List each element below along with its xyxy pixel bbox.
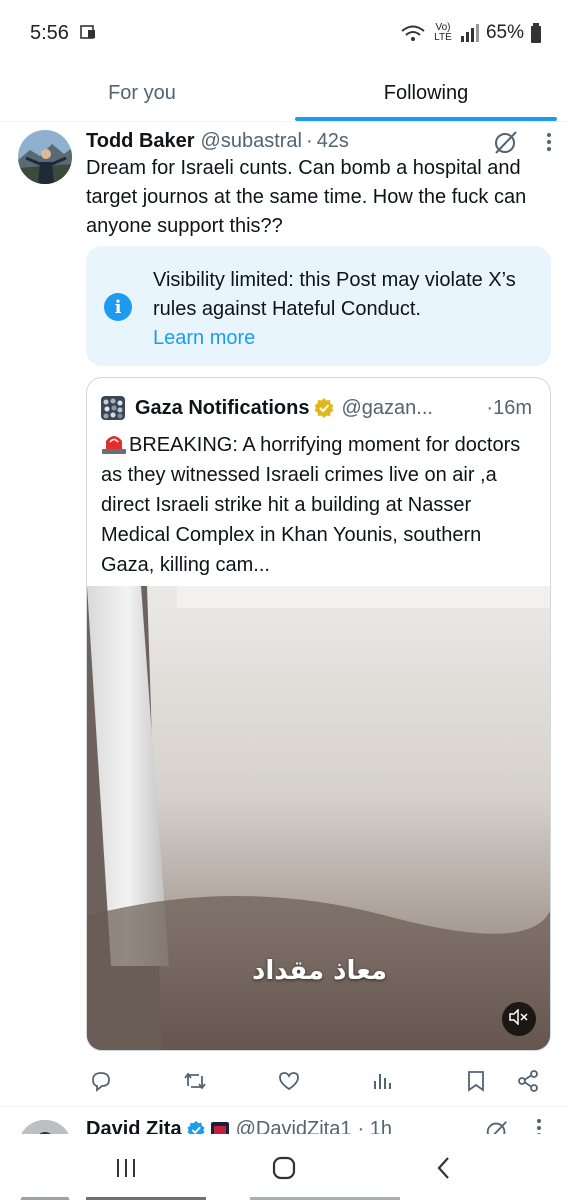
- author-handle[interactable]: @subastral: [201, 130, 302, 153]
- views-icon[interactable]: [367, 1066, 397, 1096]
- video-caption: معاذ مقداد: [251, 956, 387, 986]
- tweet-actions: [86, 1066, 551, 1096]
- info-icon: i: [104, 293, 132, 321]
- system-nav-bar: [0, 1134, 568, 1200]
- quoted-tweet[interactable]: Gaza Notifications @gazan... ·16m BREAKI…: [86, 377, 551, 1051]
- siren-icon: [101, 431, 127, 455]
- network-label: Vo) LTE: [434, 22, 452, 43]
- next-avatar[interactable]: [18, 1120, 72, 1134]
- more-options-icon[interactable]: [536, 1118, 542, 1134]
- status-right: Vo) LTE 65%: [400, 22, 542, 44]
- tweet-time[interactable]: 42s: [317, 130, 349, 153]
- quote-text: BREAKING: A horrifying moment for doctor…: [101, 430, 539, 580]
- affiliate-badge-icon: [210, 1121, 230, 1134]
- tab-following[interactable]: Following: [284, 66, 568, 121]
- recent-apps-icon[interactable]: [106, 1154, 146, 1182]
- tweet[interactable]: Todd Baker @subastral · 42s Dream for Is…: [0, 122, 568, 1107]
- tab-for-you[interactable]: For you: [0, 66, 284, 121]
- tab-label: Following: [383, 82, 469, 104]
- battery-icon: [530, 23, 542, 43]
- visibility-notice: i Visibility limited: this Post may viol…: [86, 246, 551, 366]
- quote-body: BREAKING: A horrifying moment for doctor…: [101, 434, 521, 576]
- repost-icon[interactable]: [180, 1066, 210, 1096]
- avatar[interactable]: [18, 130, 72, 184]
- active-tab-indicator: [295, 117, 557, 121]
- next-time[interactable]: · 1h: [357, 1118, 391, 1134]
- wifi-icon: [400, 23, 426, 43]
- grok-icon[interactable]: [484, 1118, 510, 1134]
- verified-badge-icon: [186, 1120, 206, 1134]
- reply-icon[interactable]: [86, 1066, 116, 1096]
- notification-icon: [80, 24, 96, 42]
- next-author-handle[interactable]: @DavidZita1: [236, 1118, 352, 1134]
- battery-percent: 65%: [485, 22, 524, 43]
- status-bar: 5:56 Vo) LTE 65%: [0, 0, 568, 66]
- notice-text: Visibility limited: this Post may violat…: [153, 266, 543, 353]
- status-time: 5:56: [30, 22, 69, 44]
- quote-time[interactable]: ·16m: [486, 397, 532, 420]
- timeline-tabs: For you Following: [0, 66, 568, 122]
- speaker-muted-icon: [509, 1007, 529, 1030]
- mute-button[interactable]: [502, 1002, 536, 1036]
- bookmark-icon[interactable]: [461, 1066, 491, 1096]
- quote-author-handle[interactable]: @gazan...: [341, 397, 432, 420]
- share-icon[interactable]: [513, 1066, 543, 1096]
- like-icon[interactable]: [274, 1066, 304, 1096]
- home-icon[interactable]: [264, 1154, 304, 1182]
- signal-icon: [460, 24, 480, 42]
- next-header-actions: [484, 1118, 542, 1134]
- video-player[interactable]: معاذ مقداد: [87, 586, 550, 1050]
- tweet-text: Dream for Israeli cunts. Can bomb a hosp…: [86, 157, 527, 237]
- back-icon[interactable]: [424, 1154, 464, 1182]
- verified-badge-icon: [313, 397, 335, 419]
- next-author-name[interactable]: David Zita: [86, 1118, 182, 1134]
- tab-label: For you: [108, 82, 176, 104]
- tweet-header: Todd Baker @subastral · 42s: [86, 126, 552, 156]
- separator: ·: [306, 129, 313, 152]
- next-header: David Zita @DavidZita1 · 1h: [86, 1118, 392, 1134]
- content-peek: [0, 1192, 568, 1200]
- notice-message: Visibility limited: this Post may violat…: [153, 269, 516, 320]
- quote-header: Gaza Notifications @gazan... ·16m: [101, 394, 536, 422]
- action-group-right: [461, 1066, 543, 1096]
- next-tweet[interactable]: David Zita @DavidZita1 · 1h: [0, 1108, 568, 1134]
- author-name[interactable]: Todd Baker: [86, 130, 195, 153]
- learn-more-link[interactable]: Learn more: [153, 324, 543, 353]
- quote-author-name[interactable]: Gaza Notifications: [135, 397, 309, 420]
- quote-avatar[interactable]: [101, 396, 125, 420]
